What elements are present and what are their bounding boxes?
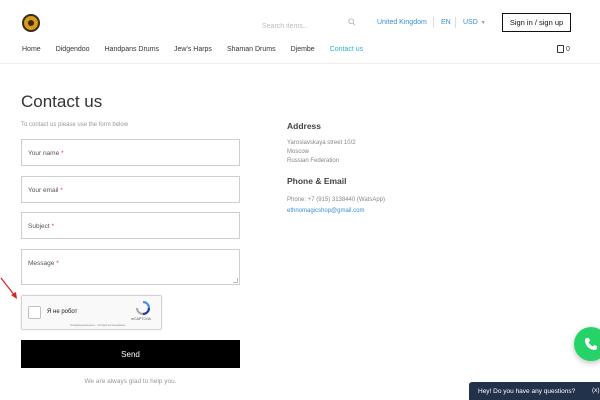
email-field-label: Your email bbox=[28, 187, 59, 194]
phone-icon bbox=[585, 338, 597, 350]
chat-widget[interactable]: Hey! Do you have any questions? (x) bbox=[469, 382, 600, 400]
search-input[interactable] bbox=[262, 18, 358, 35]
required-mark: * bbox=[56, 260, 59, 267]
name-field-label: Your name bbox=[28, 150, 60, 157]
page-title: Contact us bbox=[21, 92, 103, 111]
nav-item-didgendoo[interactable]: Didgendoo bbox=[56, 46, 90, 53]
whatsapp-button[interactable] bbox=[574, 327, 600, 361]
recaptcha-logo-icon bbox=[136, 301, 150, 315]
search-box[interactable] bbox=[262, 15, 358, 35]
help-note: We are always glad to help you. bbox=[84, 378, 177, 385]
divider bbox=[433, 17, 434, 28]
nav-item-home[interactable]: Home bbox=[22, 46, 41, 53]
recaptcha-brand: reCAPTCHA bbox=[131, 317, 151, 321]
required-mark: * bbox=[51, 223, 55, 230]
required-mark: * bbox=[61, 150, 64, 157]
subject-field-label: Subject bbox=[28, 223, 50, 230]
address-heading: Address bbox=[287, 121, 322, 131]
country-selector[interactable]: United Kingdom bbox=[377, 19, 427, 26]
phone-email-heading: Phone & Email bbox=[287, 176, 347, 186]
shopping-bag-icon bbox=[557, 45, 564, 53]
sign-in-button[interactable]: Sign in / sign up bbox=[502, 13, 571, 32]
currency-label: USD bbox=[463, 19, 478, 26]
nav-item-handpans-drums[interactable]: Handpans Drums bbox=[105, 46, 159, 53]
header-divider bbox=[0, 63, 600, 64]
search-icon[interactable] bbox=[348, 18, 356, 26]
address-line: Yaroslavskaya street 10/2 bbox=[287, 140, 356, 146]
send-button[interactable]: Send bbox=[21, 340, 240, 368]
subject-field[interactable]: Subject * bbox=[21, 212, 240, 239]
chat-prompt: Hey! Do you have any questions? bbox=[478, 388, 576, 395]
email-field[interactable]: Your email * bbox=[21, 176, 240, 203]
required-mark: * bbox=[60, 187, 63, 194]
nav-item-contact-us[interactable]: Contact us bbox=[330, 46, 363, 53]
currency-selector[interactable]: USD ▼ bbox=[463, 19, 486, 26]
divider bbox=[455, 17, 456, 28]
message-field[interactable]: Message * bbox=[21, 249, 240, 285]
message-field-label: Message bbox=[28, 260, 55, 267]
cart-count: 0 bbox=[566, 45, 570, 53]
language-selector[interactable]: EN bbox=[441, 19, 451, 26]
chevron-down-icon: ▼ bbox=[480, 20, 486, 26]
nav-item-djembe[interactable]: Djembe bbox=[291, 46, 315, 53]
form-subtitle: To contact us please use the form below bbox=[21, 122, 129, 128]
recaptcha-privacy-links[interactable]: Конфиденциальность - Условия использован… bbox=[70, 324, 125, 327]
main-nav: Home Didgendoo Handpans Drums Jew's Harp… bbox=[22, 46, 378, 53]
name-field[interactable]: Your name * bbox=[21, 139, 240, 166]
address-line: Moscow bbox=[287, 149, 310, 155]
address-line: Russian Federation bbox=[287, 158, 340, 164]
recaptcha-label: Я не робот bbox=[47, 309, 78, 315]
recaptcha-checkbox[interactable] bbox=[28, 306, 41, 319]
email-link[interactable]: ethnomagicshop@gmail.com bbox=[287, 208, 364, 214]
red-arrow-annotation bbox=[0, 277, 17, 299]
nav-item-shaman-drums[interactable]: Shaman Drums bbox=[227, 46, 276, 53]
cart-button[interactable]: 0 bbox=[557, 45, 570, 53]
chat-close-button[interactable]: (x) bbox=[592, 387, 600, 394]
phone-number: Phone: +7 (915) 3138440 (WatsApp) bbox=[287, 197, 386, 203]
nav-item-jews-harps[interactable]: Jew's Harps bbox=[174, 46, 212, 53]
resize-handle[interactable] bbox=[233, 278, 238, 283]
recaptcha-widget: Я не робот reCAPTCHA Конфиденциальность … bbox=[21, 295, 162, 330]
shop-logo[interactable] bbox=[22, 14, 40, 32]
